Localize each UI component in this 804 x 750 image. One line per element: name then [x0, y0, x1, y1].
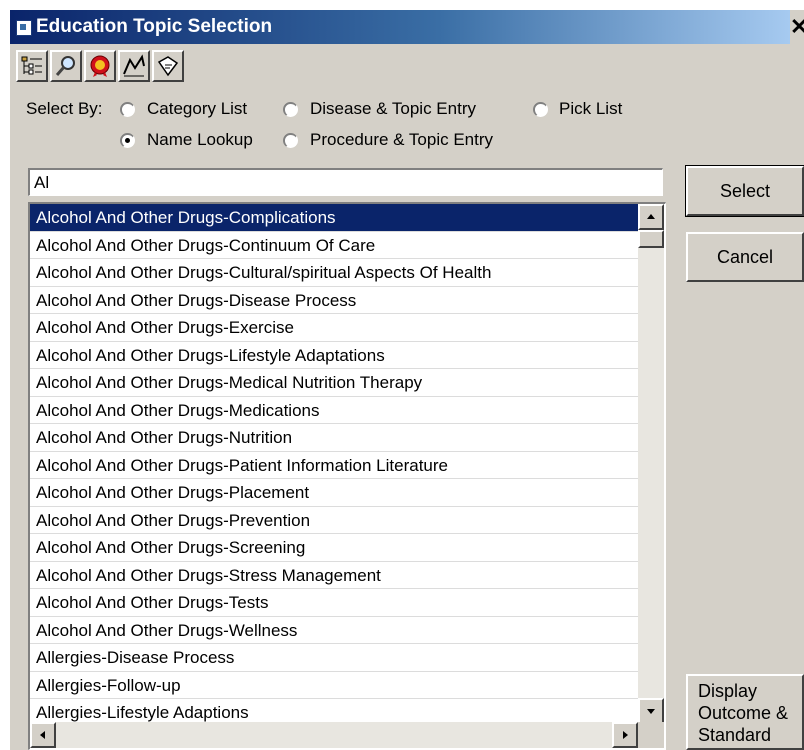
list-item[interactable]: Alcohol And Other Drugs-Exercise: [30, 314, 638, 342]
list-item[interactable]: Alcohol And Other Drugs-Prevention: [30, 507, 638, 534]
education-topic-dialog: Education Topic Selection ✕ Select By: C…: [10, 10, 804, 750]
radio-disease-topic-entry[interactable]: [283, 102, 298, 117]
window-title: Education Topic Selection: [36, 16, 273, 37]
chart-trend-icon: [123, 54, 145, 77]
scroll-left-button[interactable]: [30, 722, 56, 748]
list-item[interactable]: Allergies-Follow-up: [30, 672, 638, 699]
list-item[interactable]: Alcohol And Other Drugs-Patient Informat…: [30, 452, 638, 479]
tree-view-icon: [21, 56, 42, 75]
radio-procedure-topic-entry-label[interactable]: Procedure & Topic Entry: [310, 130, 493, 150]
display-button-line-2: Outcome &: [698, 703, 789, 723]
list-item[interactable]: Alcohol And Other Drugs-Cultural/spiritu…: [30, 259, 638, 287]
title-bar[interactable]: Education Topic Selection: [10, 10, 790, 44]
display-button-line-3: Standard: [698, 725, 772, 745]
magnifier-icon: [55, 56, 75, 76]
arrow-left-icon: [40, 731, 45, 739]
radio-procedure-topic-entry[interactable]: [283, 133, 298, 148]
search-input[interactable]: [28, 168, 663, 196]
ribbon-badge-button[interactable]: [84, 50, 116, 82]
scrollbar-corner: [638, 722, 664, 748]
list-item[interactable]: Alcohol And Other Drugs-Medications: [30, 397, 638, 424]
scroll-down-button[interactable]: [638, 698, 664, 724]
arrow-up-icon: [647, 214, 655, 219]
vertical-scroll-thumb[interactable]: [638, 230, 664, 248]
arrow-right-icon: [623, 731, 628, 739]
radio-pick-list-label[interactable]: Pick List: [559, 99, 622, 119]
list-item[interactable]: Alcohol And Other Drugs-Screening: [30, 534, 638, 562]
list-item[interactable]: Alcohol And Other Drugs-Lifestyle Adapta…: [30, 342, 638, 369]
scroll-right-button[interactable]: [612, 722, 638, 748]
display-button-line-1: Display: [698, 681, 758, 701]
window-icon: [16, 20, 32, 36]
topic-list-items: Alcohol And Other Drugs-Complications Alc…: [30, 204, 638, 727]
radio-pick-list[interactable]: [533, 102, 548, 117]
list-item[interactable]: Alcohol And Other Drugs-Disease Process: [30, 287, 638, 314]
ribbon-badge-icon: [90, 55, 110, 77]
radio-category-list-label[interactable]: Category List: [147, 99, 247, 119]
list-item[interactable]: Alcohol And Other Drugs-Nutrition: [30, 424, 638, 452]
search-button[interactable]: [50, 50, 82, 82]
list-item[interactable]: Alcohol And Other Drugs-Stress Managemen…: [30, 562, 638, 589]
tree-view-button[interactable]: [16, 50, 48, 82]
topic-listbox[interactable]: Alcohol And Other Drugs-Complications Alc…: [28, 202, 666, 750]
display-outcome-standard-button[interactable]: Display Outcome & Standard: [686, 674, 804, 750]
tag-icon: [157, 56, 179, 77]
list-item[interactable]: Alcohol And Other Drugs-Placement: [30, 479, 638, 507]
radio-name-lookup[interactable]: [120, 133, 135, 148]
horizontal-scrollbar[interactable]: [30, 722, 638, 748]
list-item[interactable]: Alcohol And Other Drugs-Tests: [30, 589, 638, 617]
select-button[interactable]: Select: [685, 165, 804, 217]
list-item[interactable]: Alcohol And Other Drugs-Medical Nutritio…: [30, 369, 638, 397]
list-item[interactable]: Alcohol And Other Drugs-Continuum Of Car…: [30, 232, 638, 259]
tag-button[interactable]: [152, 50, 184, 82]
select-by-label: Select By:: [26, 99, 103, 118]
list-item[interactable]: Alcohol And Other Drugs-Wellness: [30, 617, 638, 644]
close-button[interactable]: ✕: [790, 12, 804, 42]
scroll-up-button[interactable]: [638, 204, 664, 230]
arrow-down-icon: [647, 709, 655, 714]
vertical-scrollbar[interactable]: [638, 204, 664, 724]
cancel-button[interactable]: Cancel: [686, 232, 804, 282]
radio-disease-topic-entry-label[interactable]: Disease & Topic Entry: [310, 99, 476, 119]
chart-trend-button[interactable]: [118, 50, 150, 82]
list-item[interactable]: Allergies-Disease Process: [30, 644, 638, 672]
list-item[interactable]: Alcohol And Other Drugs-Complications: [30, 204, 638, 232]
radio-name-lookup-label[interactable]: Name Lookup: [147, 130, 253, 150]
radio-category-list[interactable]: [120, 102, 135, 117]
